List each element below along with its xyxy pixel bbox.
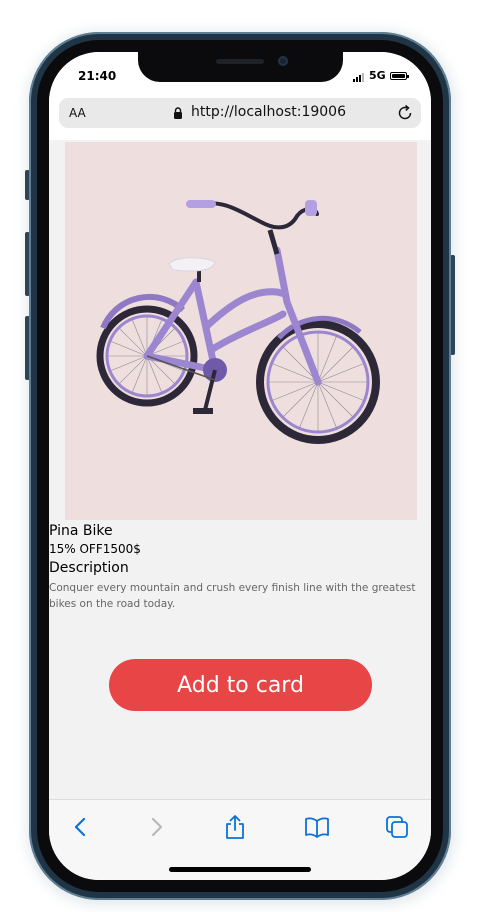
description-heading: Description	[49, 560, 129, 576]
notch	[138, 52, 343, 82]
status-time: 21:40	[78, 69, 117, 83]
share-button[interactable]	[221, 813, 249, 841]
tabs-icon	[386, 816, 408, 838]
bookmarks-icon	[305, 817, 329, 838]
product-image	[65, 142, 417, 520]
pedal	[193, 408, 213, 414]
battery-icon	[390, 72, 409, 80]
back-button[interactable]	[67, 813, 95, 841]
lock-icon	[174, 107, 182, 119]
phone-screen: 21:40 5G AA http://localhost:19006 Pina …	[49, 52, 431, 880]
home-indicator[interactable]	[169, 867, 311, 872]
chevron-left-icon	[74, 817, 86, 837]
address-bar[interactable]: AA http://localhost:19006	[59, 98, 421, 128]
browser-address-area: AA http://localhost:19006	[49, 98, 431, 140]
network-type: 5G	[369, 69, 386, 82]
text-size-button[interactable]: AA	[69, 106, 86, 120]
front-camera	[278, 56, 288, 66]
bookmarks-button[interactable]	[303, 813, 331, 841]
cellular-signal-icon	[353, 72, 367, 82]
reload-icon[interactable]	[395, 103, 415, 123]
stem	[267, 229, 280, 255]
share-icon	[226, 815, 244, 839]
handlebar	[195, 201, 319, 230]
forward-button[interactable]	[142, 813, 170, 841]
right-grip	[305, 200, 317, 216]
earpiece-speaker	[216, 59, 264, 64]
product-description: Conquer every mountain and crush every f…	[49, 582, 416, 610]
url-text[interactable]: http://localhost:19006	[191, 104, 346, 120]
chevron-right-icon	[151, 817, 163, 837]
product-name: Pina Bike	[49, 523, 113, 539]
add-to-cart-button[interactable]: Add to card	[109, 659, 372, 711]
bicycle-illustration	[96, 200, 380, 444]
tabs-button[interactable]	[383, 813, 411, 841]
product-price: 15% OFF1500$	[49, 542, 141, 556]
saddle	[168, 257, 216, 272]
left-grip	[186, 200, 216, 208]
page-content: Pina Bike 15% OFF1500$ Description Conqu…	[49, 140, 431, 800]
